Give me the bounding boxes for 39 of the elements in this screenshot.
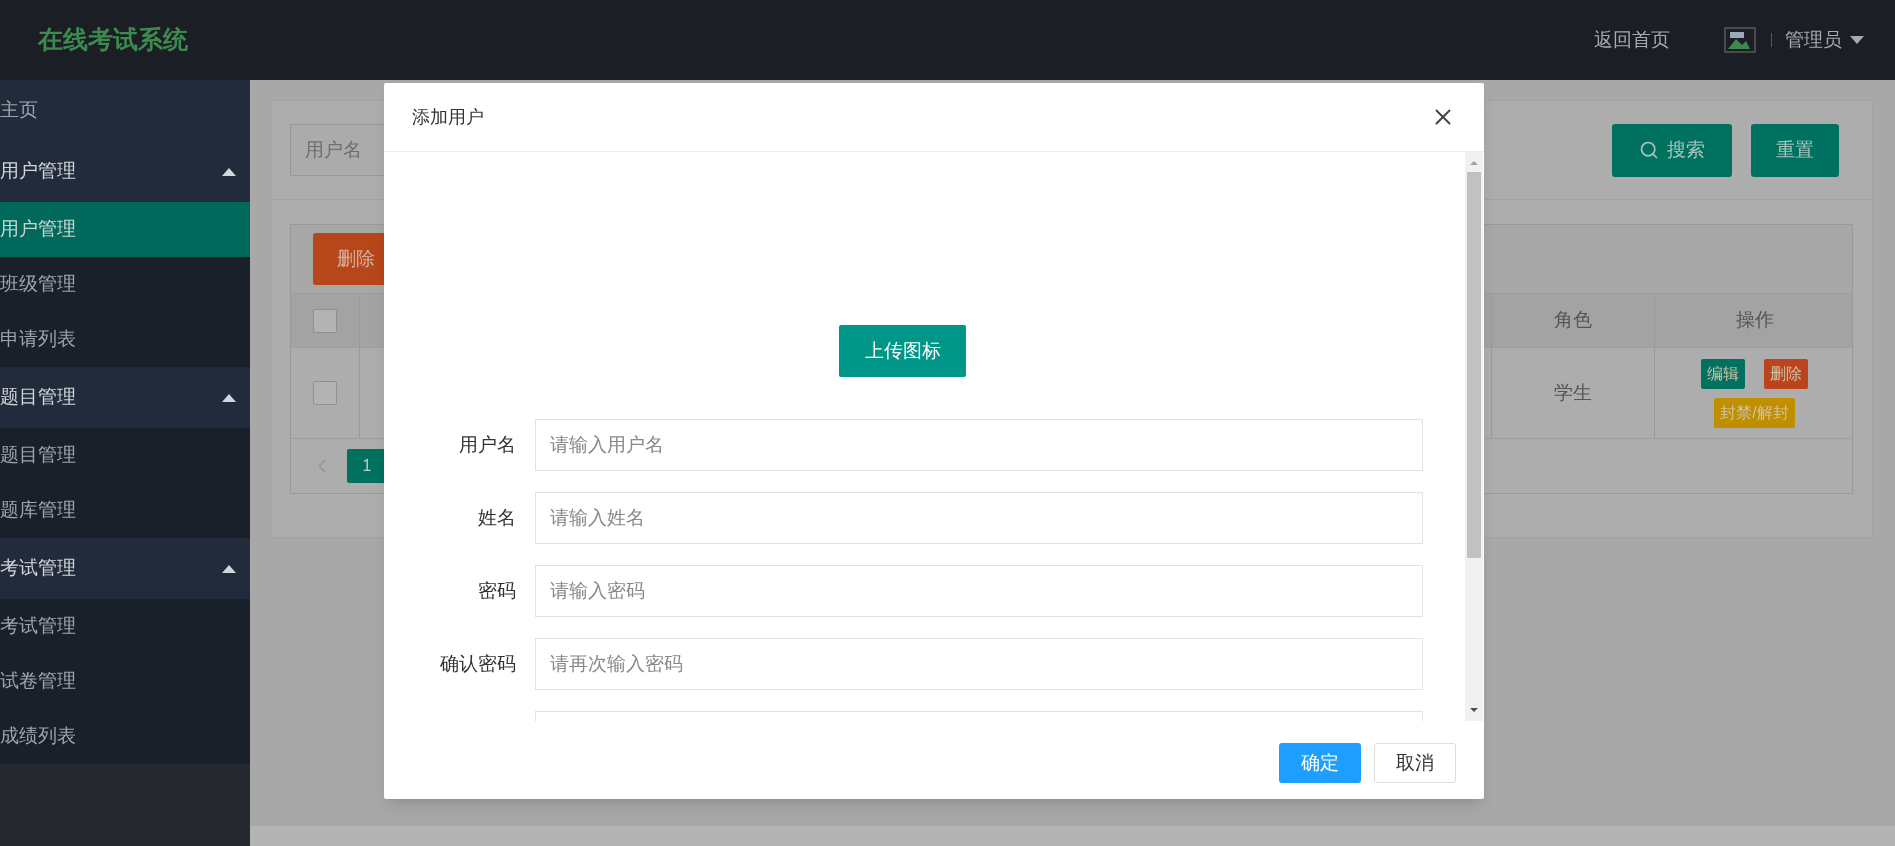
- upload-button[interactable]: 上传图标: [839, 325, 966, 377]
- caret-icon: [222, 167, 236, 176]
- sidebar-group[interactable]: 用户管理: [0, 141, 250, 202]
- sidebar-item[interactable]: 主页: [0, 80, 250, 141]
- reset-button[interactable]: 重置: [1751, 123, 1839, 177]
- dialog-title: 添加用户: [412, 105, 484, 129]
- checkbox[interactable]: [313, 308, 337, 333]
- cancel-button[interactable]: 取消: [1374, 743, 1456, 783]
- app-logo: 在线考试系统: [38, 24, 188, 56]
- sidebar-item[interactable]: 考试管理: [0, 599, 250, 654]
- input-field[interactable]: 请再次输入密码: [535, 638, 1423, 690]
- page-button[interactable]: 1: [347, 449, 387, 483]
- sidebar-item[interactable]: 试卷管理: [0, 654, 250, 709]
- field-label: 姓名: [477, 505, 516, 530]
- field-label: 确认密码: [439, 651, 516, 676]
- input-field[interactable]: 请输入密码: [535, 565, 1423, 617]
- input-field[interactable]: 请输入用户名: [535, 419, 1423, 471]
- sidebar-item[interactable]: 题目管理: [0, 428, 250, 483]
- input-field[interactable]: 请输入姓名: [535, 492, 1423, 544]
- caret-icon: [222, 564, 236, 573]
- field-label: 密码: [477, 578, 516, 603]
- sidebar-item[interactable]: 用户管理: [0, 202, 250, 257]
- user-menu[interactable]: 管理员: [1785, 25, 1842, 55]
- sidebar-item[interactable]: 成绩列表: [0, 709, 250, 764]
- sidebar-item[interactable]: 班级管理: [0, 257, 250, 312]
- caret-icon: [222, 393, 236, 402]
- home-link[interactable]: 返回首页: [1594, 25, 1670, 55]
- action-tag[interactable]: 编辑: [1701, 358, 1745, 389]
- caret-icon[interactable]: [1850, 36, 1864, 44]
- search-icon: [1639, 140, 1659, 160]
- sidebar-group[interactable]: 题目管理: [0, 367, 250, 428]
- field-label: 用户名: [458, 432, 516, 457]
- sidebar-item[interactable]: 题库管理: [0, 483, 250, 538]
- scrollbar[interactable]: [1465, 152, 1483, 721]
- search-button[interactable]: 搜索: [1612, 123, 1732, 177]
- checkbox[interactable]: [313, 381, 337, 405]
- sidebar-group[interactable]: 考试管理: [0, 538, 250, 599]
- sidebar-item[interactable]: 申请列表: [0, 312, 250, 367]
- avatar-icon: [1724, 27, 1758, 53]
